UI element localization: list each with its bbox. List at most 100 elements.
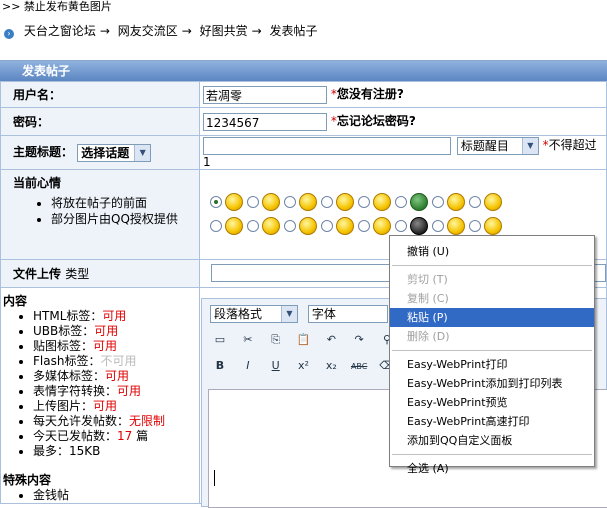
radio-button[interactable] [469, 196, 481, 208]
paragraph-format-select[interactable]: 段落格式 ▼ [210, 305, 298, 323]
mood-label: 当前心情 [13, 175, 62, 190]
chevron-down-icon: ▼ [134, 144, 151, 161]
radio-button[interactable] [432, 196, 444, 208]
smiley-icon [336, 193, 354, 211]
radio-button[interactable] [321, 220, 333, 232]
copy-icon[interactable]: ⎘ [266, 331, 286, 349]
rule-value: 无限制 [129, 413, 166, 428]
rule-name: 上传图片： [33, 398, 94, 413]
rule-name: 贴图标签： [33, 338, 94, 353]
mood-option[interactable] [358, 193, 391, 211]
subject-input[interactable] [203, 136, 451, 155]
radio-button[interactable] [247, 220, 259, 232]
mood-option[interactable] [247, 217, 280, 235]
content-label: 内容 [3, 293, 28, 308]
radio-button[interactable] [210, 220, 222, 232]
context-menu-item[interactable]: Easy-WebPrint预览 [390, 393, 594, 412]
rule-value: 15KB [69, 443, 101, 458]
content-rule-item: 最多：15KB [33, 444, 199, 459]
font-select[interactable]: 字体 [307, 305, 388, 323]
smiley-icon [225, 193, 243, 211]
username-input[interactable]: 若凋零 [203, 85, 327, 104]
mood-option[interactable] [432, 217, 465, 235]
breadcrumb-subboard[interactable]: 好图共赏 [200, 24, 248, 38]
mood-option[interactable] [321, 217, 354, 235]
rule-value: 可用 [102, 308, 127, 323]
radio-button[interactable] [284, 220, 296, 232]
radio-button[interactable] [395, 196, 407, 208]
radio-button[interactable] [469, 220, 481, 232]
undo-icon[interactable]: ↶ [321, 331, 341, 349]
mood-option[interactable] [321, 193, 354, 211]
mood-option[interactable] [284, 193, 317, 211]
mood-option[interactable] [432, 193, 465, 211]
rule-name: UBB标签： [33, 323, 95, 338]
password-input[interactable]: 1234567 [203, 112, 327, 131]
radio-button[interactable] [321, 196, 333, 208]
content-rules-cell: 内容 HTML标签：可用UBB标签：可用贴图标签：可用Flash标签：不可用多媒… [0, 286, 200, 504]
rule-value: 不可用 [100, 353, 137, 368]
mood-option[interactable] [469, 217, 502, 235]
subject-label: 主题标题： 选择话题 ▼ [0, 135, 200, 170]
menu-separator [392, 265, 592, 266]
register-link[interactable]: 您没有注册? [337, 87, 404, 101]
radio-button[interactable] [358, 220, 370, 232]
mood-option[interactable] [358, 217, 391, 235]
redo-icon[interactable]: ↷ [349, 331, 369, 349]
radio-button[interactable] [284, 196, 296, 208]
content-rule-item: 今天已发帖数：17 篇 [33, 429, 199, 444]
context-menu-item[interactable]: Easy-WebPrint添加到打印列表 [390, 374, 594, 393]
rule-value: 可用 [117, 383, 142, 398]
breadcrumb: › 天台之窗论坛 → 网友交流区 → 好图共赏 → 发表帖子 [0, 22, 318, 40]
paste-icon[interactable]: 📋 [293, 331, 313, 349]
context-menu-item[interactable]: 粘贴 (P) [390, 308, 594, 327]
context-menu-item[interactable]: 添加到QQ自定义面板 [390, 431, 594, 450]
top-notice: >> 禁止发布黄色图片 [2, 0, 112, 13]
context-menu-item[interactable]: Easy-WebPrint打印 [390, 355, 594, 374]
context-menu-item: 剪切 (T) [407, 273, 448, 286]
context-menu-item[interactable]: 撤销 (U) [390, 242, 594, 261]
cut-icon[interactable]: ✂ [238, 331, 258, 349]
smiley-icon [484, 193, 502, 211]
strikethrough-icon[interactable]: ABC [349, 358, 369, 376]
mood-option[interactable] [210, 193, 243, 211]
breadcrumb-board[interactable]: 网友交流区 [118, 24, 178, 38]
mood-option[interactable] [247, 193, 280, 211]
chevron-down-icon: ▼ [521, 137, 538, 154]
smiley-icon [262, 193, 280, 211]
special-label: 特殊内容 [3, 472, 52, 487]
upload-label: 文件上传 类型 [0, 258, 200, 288]
bold-icon[interactable]: B [210, 357, 230, 375]
smiley-icon [410, 217, 428, 235]
panel-title: 发表帖子 [0, 61, 607, 81]
breadcrumb-forum[interactable]: 天台之窗论坛 [24, 24, 96, 38]
special-item: 金钱帖 [33, 488, 199, 503]
title-style-select[interactable]: 标题醒目 ▼ [456, 136, 539, 155]
underline-icon[interactable]: U [266, 357, 286, 375]
context-menu-item[interactable]: Easy-WebPrint高速打印 [390, 412, 594, 431]
superscript-icon[interactable]: x² [293, 357, 313, 375]
rule-value: 17 [117, 428, 133, 443]
password-label: 密码： [0, 107, 200, 136]
chevron-down-icon: ▼ [281, 306, 297, 322]
mood-option[interactable] [210, 217, 243, 235]
radio-button[interactable] [358, 196, 370, 208]
rule-value: 可用 [94, 323, 119, 338]
radio-button[interactable] [432, 220, 444, 232]
mood-option[interactable] [469, 193, 502, 211]
radio-button[interactable] [247, 196, 259, 208]
radio-button[interactable] [395, 220, 407, 232]
new-window-icon[interactable]: ▭ [210, 331, 230, 349]
topic-select[interactable]: 选择话题 ▼ [77, 143, 152, 162]
mood-option[interactable] [395, 217, 428, 235]
rule-name: 多媒体标签： [33, 368, 106, 383]
breadcrumb-current: 发表帖子 [269, 24, 318, 38]
subscript-icon[interactable]: x₂ [321, 357, 341, 375]
mood-option[interactable] [395, 193, 428, 211]
forgot-password-link[interactable]: 忘记论坛密码? [337, 114, 416, 128]
mood-option[interactable] [284, 217, 317, 235]
radio-button[interactable] [210, 196, 222, 208]
smiley-icon [225, 217, 243, 235]
context-menu-item[interactable]: 全选 (A) [390, 459, 594, 478]
italic-icon[interactable]: I [238, 357, 258, 375]
